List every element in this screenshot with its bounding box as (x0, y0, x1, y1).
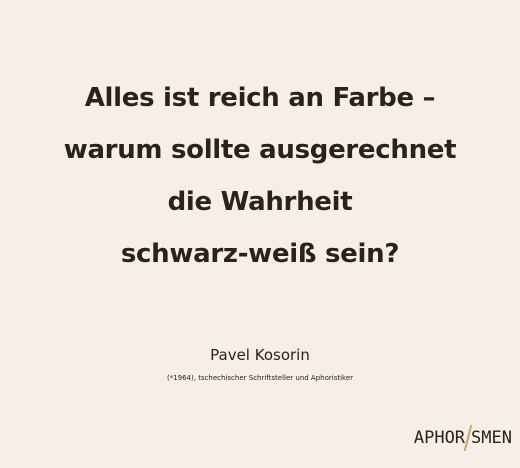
author-name: Pavel Kosorin (210, 346, 310, 364)
author-description: (*1964), tschechischer Schriftsteller un… (166, 374, 354, 382)
logo-text-left: APHOR (413, 428, 466, 448)
logo-text-right: SMEN (471, 428, 512, 448)
quote-line-4: schwarz-weiß sein? (120, 239, 400, 269)
aphorismen-logo: APHOR SMEN (414, 424, 512, 452)
quote-line-1: Alles ist reich an Farbe – (84, 83, 436, 113)
quote-line-2: warum sollte ausgerechnet (63, 135, 457, 165)
quote-text: Alles ist reich an Farbe – warum sollte … (0, 72, 520, 280)
quote-line-3: die Wahrheit (167, 187, 353, 217)
